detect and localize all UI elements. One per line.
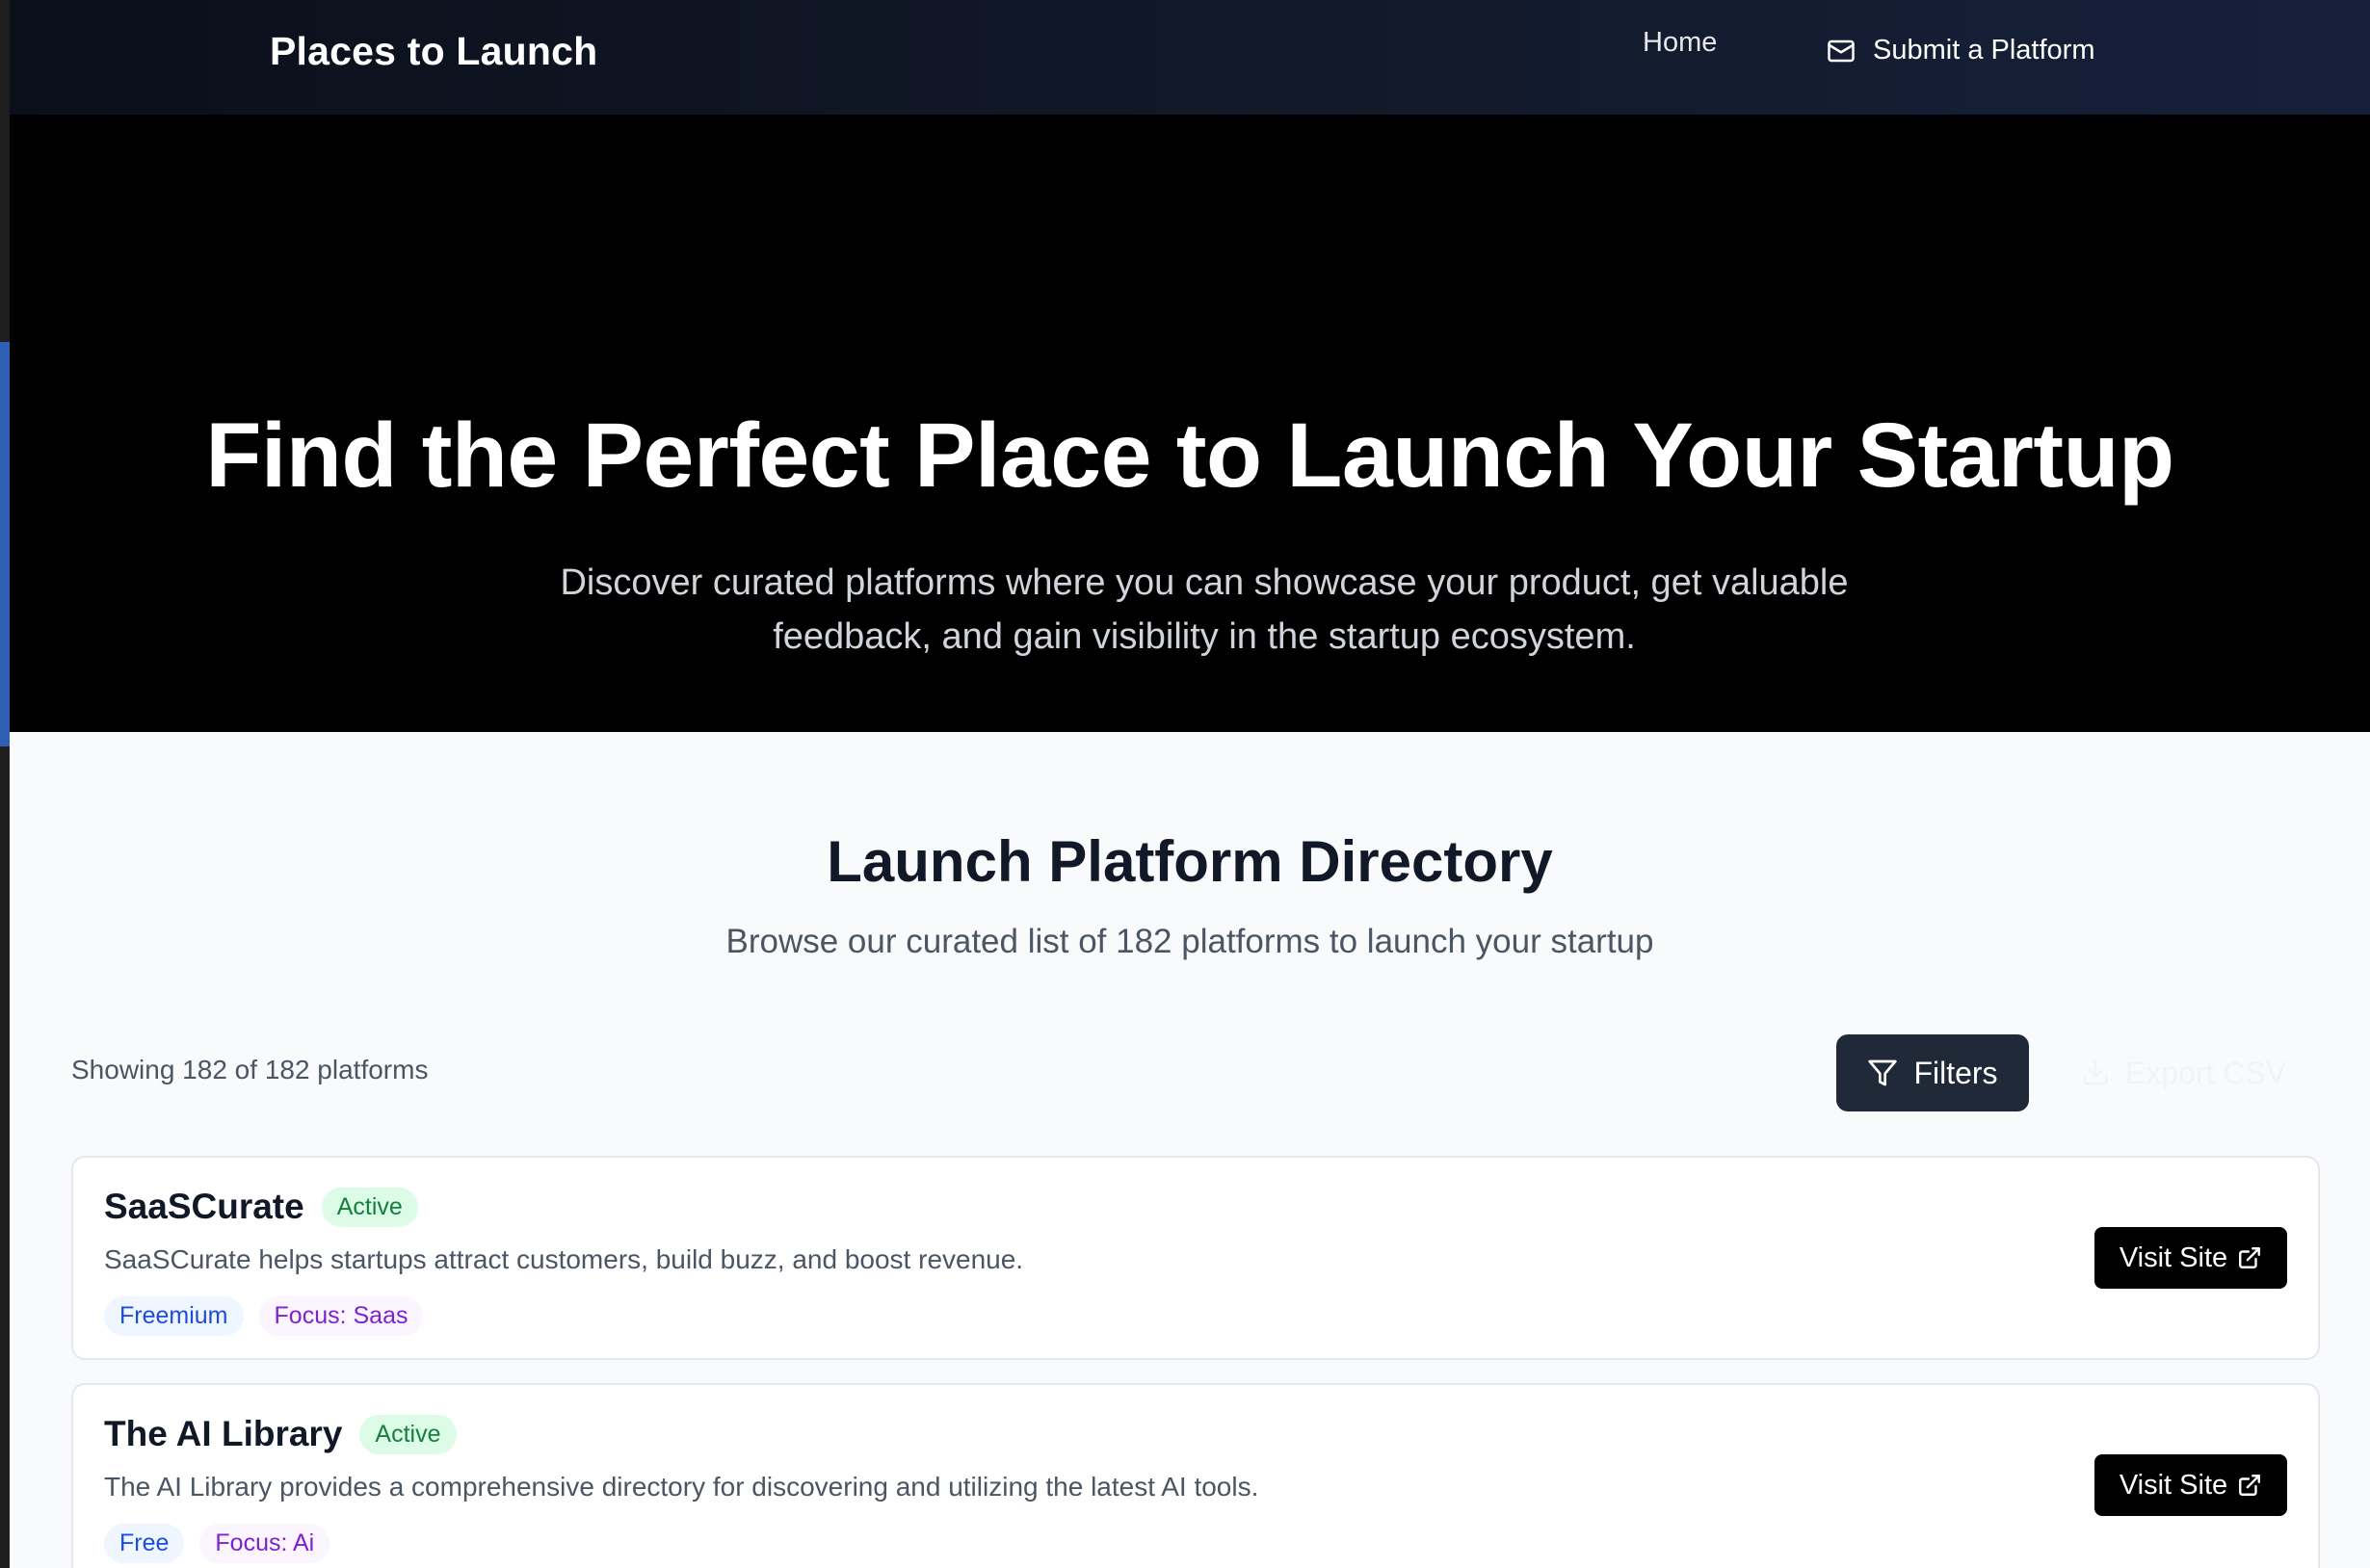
platform-name: The AI Library: [104, 1414, 343, 1453]
platform-tags: Freemium Focus: Saas: [104, 1296, 424, 1336]
status-badge: Active: [321, 1187, 418, 1227]
hero-title: Find the Perfect Place to Launch Your St…: [205, 405, 2174, 507]
directory-subtitle: Browse our curated list of 182 platforms…: [725, 923, 1654, 960]
nav-home-link[interactable]: Home: [1643, 27, 1717, 59]
external-link-icon: [2239, 1247, 2261, 1268]
export-csv-button[interactable]: Export CSV: [2081, 1034, 2303, 1111]
filters-button[interactable]: Filters: [1836, 1034, 2029, 1111]
platform-name: SaaSCurate: [104, 1187, 304, 1226]
card-title-row: SaaSCurate Active: [104, 1187, 418, 1227]
nav-submit-link[interactable]: Submit a Platform: [1827, 35, 2094, 66]
visit-site-button[interactable]: Visit Site: [2094, 1454, 2287, 1516]
hero-section: Find the Perfect Place to Launch Your St…: [10, 115, 2370, 732]
desktop-background-strip: [0, 0, 10, 1568]
visit-site-label: Visit Site: [2119, 1469, 2228, 1501]
desktop-window-edge: [0, 342, 10, 746]
platform-description: The AI Library provides a comprehensive …: [104, 1472, 1259, 1502]
export-csv-label: Export CSV: [2125, 1055, 2287, 1090]
brand-logo[interactable]: Places to Launch: [270, 29, 597, 74]
download-icon: [2083, 1060, 2108, 1085]
directory-section: Launch Platform Directory Browse our cur…: [10, 732, 2370, 1568]
card-title-row: The AI Library Active: [104, 1414, 457, 1454]
external-link-icon: [2239, 1475, 2261, 1496]
directory-title: Launch Platform Directory: [827, 829, 1553, 894]
platform-tags: Free Focus: Ai: [104, 1524, 330, 1563]
status-badge: Active: [359, 1414, 457, 1454]
visit-site-button[interactable]: Visit Site: [2094, 1227, 2287, 1289]
results-count: Showing 182 of 182 platforms: [71, 1055, 429, 1085]
platform-description: SaaSCurate helps startups attract custom…: [104, 1244, 1024, 1274]
hero-subtitle: Discover curated platforms where you can…: [560, 562, 1849, 657]
nav-submit-label: Submit a Platform: [1873, 35, 2095, 65]
pricing-tag: Free: [104, 1524, 185, 1563]
pricing-tag: Freemium: [104, 1296, 244, 1336]
top-nav: Places to Launch Home Submit a Platform: [10, 0, 2370, 115]
mail-icon: [1828, 39, 1855, 62]
page: Places to Launch Home Submit a Platform …: [10, 0, 2370, 1568]
filter-icon: [1868, 1059, 1898, 1086]
filters-label: Filters: [1913, 1055, 1998, 1090]
platform-card: The AI Library Active The AI Library pro…: [71, 1383, 2320, 1568]
focus-tag: Focus: Saas: [258, 1296, 424, 1336]
visit-site-label: Visit Site: [2119, 1241, 2228, 1273]
focus-tag: Focus: Ai: [199, 1524, 330, 1563]
platform-card: SaaSCurate Active SaaSCurate helps start…: [71, 1156, 2320, 1360]
